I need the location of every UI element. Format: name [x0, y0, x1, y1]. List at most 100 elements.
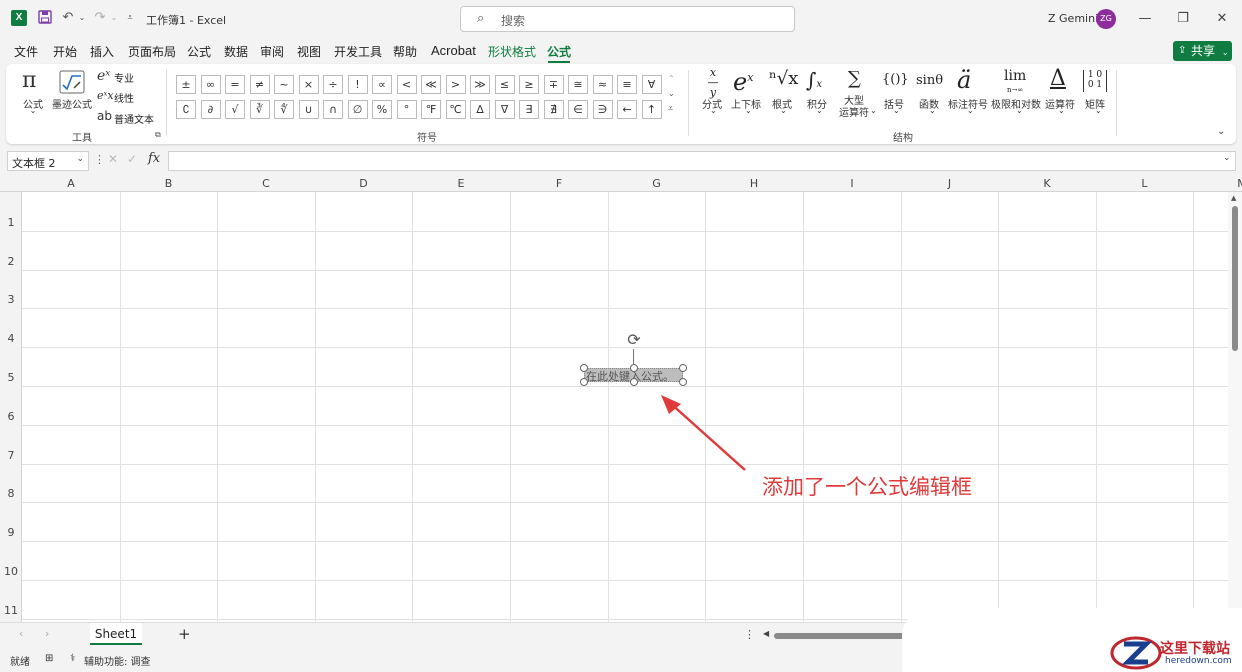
insert-function-icon[interactable]: fx — [148, 151, 160, 166]
resize-handle[interactable] — [580, 364, 588, 372]
resize-handle[interactable] — [679, 364, 687, 372]
bracket-icon[interactable]: {()} — [882, 72, 909, 87]
vertical-scrollbar[interactable]: ▲ — [1228, 192, 1242, 622]
row-header[interactable]: 3 — [0, 293, 22, 306]
row-header[interactable]: 11 — [0, 604, 22, 617]
symbol-button[interactable]: ! — [347, 75, 368, 94]
column-header[interactable]: M — [1193, 177, 1242, 190]
ink-equation-label[interactable]: 墨迹公式 — [52, 96, 92, 111]
tab-equation[interactable]: 公式 — [547, 43, 571, 60]
save-icon[interactable] — [37, 10, 53, 26]
symbol-button[interactable]: ≫ — [470, 75, 490, 94]
enter-icon[interactable]: ✓ — [127, 152, 137, 166]
symbol-button[interactable]: ≅ — [568, 75, 588, 94]
symbol-button[interactable]: ∈ — [568, 100, 588, 119]
ink-equation-icon[interactable] — [59, 70, 85, 94]
fraction-icon[interactable]: x — y — [703, 67, 723, 98]
column-header[interactable]: A — [22, 177, 120, 190]
professional-label[interactable]: 专业 — [114, 70, 134, 85]
row-header[interactable]: 2 — [0, 255, 22, 268]
formula-bar-menu-icon[interactable]: ⋮ — [94, 153, 105, 166]
symbol-button[interactable]: ∅ — [347, 100, 368, 119]
name-box[interactable]: 文本框 2 ⌄ — [7, 151, 89, 171]
equation-dropdown-icon[interactable]: ⌄ — [28, 106, 38, 115]
scroll-up-icon[interactable]: ▲ — [1231, 194, 1236, 202]
symbol-button[interactable]: ∓ — [543, 75, 564, 94]
symbol-button[interactable]: ∂ — [200, 100, 221, 119]
column-header[interactable]: F — [510, 177, 608, 190]
symbol-button[interactable]: ∞ — [200, 75, 221, 94]
tab-page-layout[interactable]: 页面布局 — [128, 43, 176, 60]
large-operator-icon[interactable]: ∑ — [848, 68, 861, 89]
symbols-more-icon[interactable]: ⩡ — [668, 104, 673, 114]
symbol-button[interactable]: ∇ — [494, 100, 515, 119]
formula-input[interactable] — [168, 151, 1236, 171]
structure-dropdown-icon[interactable]: ⌄ — [929, 106, 936, 115]
redo-dropdown-icon[interactable]: ⌄ — [106, 10, 122, 26]
structure-dropdown-icon[interactable]: ⌄ — [816, 106, 823, 115]
tab-home[interactable]: 开始 — [53, 43, 77, 60]
accessibility-status[interactable]: 辅助功能: 调查 — [84, 653, 151, 668]
structure-dropdown-icon[interactable]: ⌄ — [1058, 106, 1065, 115]
symbol-button[interactable]: ∃ — [519, 100, 539, 119]
symbol-button[interactable]: ∪ — [298, 100, 319, 119]
resize-handle[interactable] — [679, 378, 687, 386]
column-header[interactable]: I — [803, 177, 901, 190]
row-header[interactable]: 9 — [0, 526, 22, 539]
symbol-button[interactable]: ∝ — [372, 75, 392, 94]
restore-button[interactable]: ❐ — [1172, 8, 1194, 30]
tab-formulas[interactable]: 公式 — [187, 43, 211, 60]
tab-split-icon[interactable]: ⋮ — [744, 628, 755, 641]
close-button[interactable]: ✕ — [1211, 8, 1233, 30]
structure-dropdown-icon[interactable]: ⌄ — [1095, 106, 1102, 115]
symbol-button[interactable]: ∆ — [470, 100, 490, 119]
cancel-icon[interactable]: ✕ — [108, 152, 118, 166]
limit-log-icon[interactable]: lim n→∞ — [1004, 69, 1026, 96]
tab-file[interactable]: 文件 — [14, 43, 38, 60]
customize-qat-icon[interactable]: ⩡ — [122, 10, 138, 26]
symbol-button[interactable]: ≡ — [617, 75, 637, 94]
tools-launcher-icon[interactable]: ⧉ — [155, 130, 161, 140]
symbol-button[interactable]: ∜ — [274, 100, 294, 119]
row-header[interactable]: 4 — [0, 332, 22, 345]
symbol-button[interactable]: ℃ — [445, 100, 466, 119]
radical-icon[interactable]: ⁿ√x — [769, 68, 798, 89]
row-header[interactable]: 8 — [0, 487, 22, 500]
structure-dropdown-icon[interactable]: ⌄ — [893, 106, 900, 115]
symbol-button[interactable]: ≥ — [519, 75, 539, 94]
row-header[interactable]: 7 — [0, 449, 22, 462]
symbol-button[interactable]: √ — [225, 100, 245, 119]
symbol-button[interactable]: ≤ — [494, 75, 515, 94]
avatar[interactable]: ZG — [1096, 9, 1116, 29]
symbol-button[interactable]: % — [372, 100, 392, 119]
symbol-button[interactable]: ∁ — [176, 100, 196, 119]
vertical-scroll-thumb[interactable] — [1232, 206, 1238, 351]
tab-data[interactable]: 数据 — [224, 43, 248, 60]
matrix-icon[interactable]: 1 00 1 — [1083, 70, 1107, 92]
symbols-scroll-down-icon[interactable]: ⌄ — [668, 89, 675, 98]
expand-formula-bar-icon[interactable]: ⌄ — [1223, 153, 1231, 163]
row-header[interactable]: 1 — [0, 216, 22, 229]
professional-icon[interactable]: eˣ — [97, 68, 110, 84]
symbol-button[interactable]: ← — [617, 100, 637, 119]
symbol-button[interactable]: > — [445, 75, 466, 94]
worksheet-grid[interactable]: ABCDEFGHIJKLM ▲ 1 2 3 4 5 6 7 8 9 10 11 — [0, 176, 1242, 622]
symbol-button[interactable]: ∋ — [592, 100, 613, 119]
sheet-tab[interactable]: Sheet1 — [90, 623, 142, 645]
tab-developer[interactable]: 开发工具 — [334, 43, 382, 60]
column-header[interactable]: L — [1096, 177, 1193, 190]
user-name[interactable]: Z Gemini — [1048, 12, 1098, 25]
add-sheet-button[interactable]: + — [178, 625, 191, 643]
column-header[interactable]: G — [608, 177, 705, 190]
symbol-button[interactable]: × — [298, 75, 319, 94]
symbol-button[interactable]: ∩ — [323, 100, 343, 119]
prev-sheet-icon[interactable]: ‹ — [19, 627, 23, 640]
accessibility-icon[interactable]: ⚕ — [70, 653, 75, 664]
linear-label[interactable]: 线性 — [114, 90, 134, 105]
structure-dropdown-icon[interactable]: ⌄ — [710, 106, 717, 115]
symbol-button[interactable]: ∄ — [543, 100, 564, 119]
resize-handle[interactable] — [580, 378, 588, 386]
integral-icon[interactable]: ∫x — [806, 68, 822, 92]
column-header[interactable]: B — [120, 177, 217, 190]
symbol-button[interactable]: ÷ — [323, 75, 343, 94]
